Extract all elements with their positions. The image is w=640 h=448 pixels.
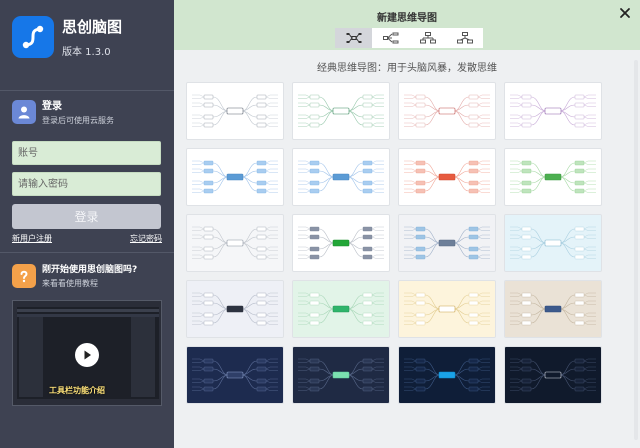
- login-button[interactable]: 登录: [12, 204, 161, 229]
- scrollbar[interactable]: [634, 60, 638, 440]
- dialog-subtitle: 经典思维导图：用于头脑风暴，发散思维: [317, 63, 497, 74]
- template-card[interactable]: [504, 82, 602, 140]
- tutorial-video[interactable]: 工具栏功能介绍: [12, 300, 162, 406]
- template-card[interactable]: [186, 346, 284, 404]
- divider: [0, 90, 174, 91]
- template-card[interactable]: [292, 82, 390, 140]
- user-icon: [12, 100, 36, 124]
- play-icon: [84, 350, 91, 360]
- mindmap-thumbnail: [505, 281, 601, 337]
- template-card[interactable]: [186, 82, 284, 140]
- mindmap-thumbnail: [187, 149, 283, 205]
- question-icon: [12, 264, 36, 288]
- mindmap-thumbnail: [399, 83, 495, 139]
- play-button[interactable]: [75, 343, 99, 367]
- template-card[interactable]: [398, 214, 496, 272]
- template-card[interactable]: [186, 214, 284, 272]
- mindmap-thumbnail: [187, 347, 283, 403]
- tab-tree-layout[interactable]: [446, 28, 483, 48]
- sidebar: 思创脑图 版本 1.3.0 登录 登录后可使用云服务 登录 新用户注册 忘记密码: [0, 0, 174, 448]
- dialog-title: 新建思维导图: [377, 13, 437, 24]
- template-grid: [186, 82, 602, 404]
- register-link[interactable]: 新用户注册: [12, 233, 52, 244]
- forgot-password-link[interactable]: 忘记密码: [130, 233, 162, 244]
- mindmap-thumbnail: [187, 215, 283, 271]
- video-panel: [131, 317, 155, 397]
- divider: [0, 252, 174, 253]
- template-card[interactable]: [398, 148, 496, 206]
- template-card[interactable]: [292, 214, 390, 272]
- help-header: 刚开始使用思创脑图吗? 来看看使用教程: [12, 264, 137, 289]
- mindmap-thumbnail: [293, 83, 389, 139]
- app-name: 思创脑图: [62, 18, 123, 36]
- tree-layout-icon: [456, 32, 473, 44]
- login-title: 登录: [42, 101, 62, 112]
- mindmap-thumbnail: [293, 215, 389, 271]
- help-title: 刚开始使用思创脑图吗?: [42, 265, 138, 275]
- new-mindmap-dialog: 新建思维导图 经典思维导图：用于头脑风暴，发散思维: [174, 0, 640, 448]
- dialog-header: 新建思维导图: [174, 0, 640, 50]
- tab-org-chart-layout[interactable]: [409, 28, 446, 48]
- template-card[interactable]: [292, 346, 390, 404]
- tab-logic-layout[interactable]: [372, 28, 409, 48]
- tab-mindmap-layout[interactable]: [335, 28, 372, 48]
- mindmap-thumbnail: [505, 149, 601, 205]
- mindmap-thumbnail: [399, 347, 495, 403]
- template-card[interactable]: [186, 280, 284, 338]
- close-icon: [620, 8, 630, 18]
- close-button[interactable]: [618, 6, 632, 20]
- template-card[interactable]: [504, 148, 602, 206]
- template-card[interactable]: [398, 280, 496, 338]
- org-chart-layout-icon: [419, 32, 436, 44]
- template-card[interactable]: [504, 346, 602, 404]
- password-input[interactable]: [12, 172, 161, 196]
- mindmap-thumbnail: [399, 215, 495, 271]
- mindmap-thumbnail: [187, 83, 283, 139]
- template-card[interactable]: [398, 346, 496, 404]
- video-toolbar: [17, 309, 159, 312]
- mindmap-thumbnail: [293, 281, 389, 337]
- app-logo-icon: [12, 16, 54, 58]
- video-panel: [19, 317, 43, 397]
- video-caption: 工具栏功能介绍: [49, 386, 105, 395]
- login-subtitle: 登录后可使用云服务: [42, 116, 114, 125]
- template-card[interactable]: [292, 280, 390, 338]
- template-card[interactable]: [186, 148, 284, 206]
- app-version: 版本 1.3.0: [62, 47, 111, 58]
- help-subtitle: 来看看使用教程: [42, 279, 98, 288]
- mindmap-thumbnail: [399, 281, 495, 337]
- template-card[interactable]: [504, 280, 602, 338]
- template-card[interactable]: [398, 82, 496, 140]
- brand: 思创脑图 版本 1.3.0: [12, 16, 122, 58]
- mindmap-thumbnail: [187, 281, 283, 337]
- mindmap-thumbnail: [399, 149, 495, 205]
- mindmap-thumbnail: [505, 83, 601, 139]
- template-card[interactable]: [504, 214, 602, 272]
- logic-layout-icon: [382, 32, 398, 44]
- layout-tabs: [335, 28, 483, 48]
- account-input[interactable]: [12, 141, 161, 165]
- template-card[interactable]: [292, 148, 390, 206]
- login-header: 登录 登录后可使用云服务: [12, 100, 114, 126]
- mindmap-thumbnail: [293, 149, 389, 205]
- mindmap-thumbnail: [505, 215, 601, 271]
- mindmap-thumbnail: [293, 347, 389, 403]
- mindmap-layout-icon: [346, 33, 361, 43]
- mindmap-thumbnail: [505, 347, 601, 403]
